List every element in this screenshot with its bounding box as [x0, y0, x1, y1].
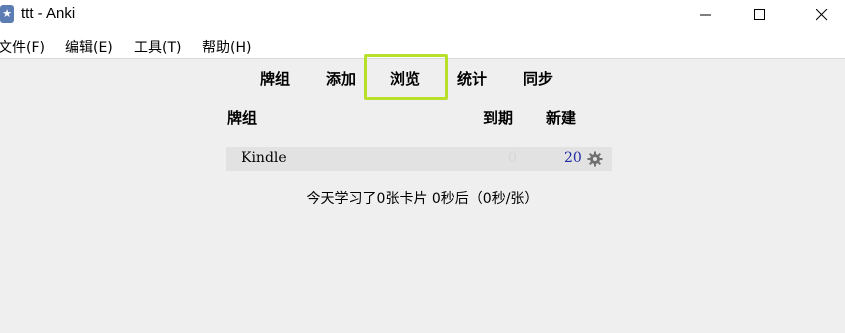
due-column-header: 到期	[483, 109, 514, 127]
toolbar-stats-link[interactable]: 统计	[457, 68, 487, 89]
study-stats-text: 今天学习了0张卡片 0秒后（0秒/张）	[306, 191, 539, 207]
close-icon	[816, 9, 828, 21]
minimize-button[interactable]	[683, 0, 729, 30]
deck-row[interactable]: Kindle 0 20	[226, 147, 612, 171]
gear-icon[interactable]	[587, 151, 603, 167]
window-title: ttt - Anki	[21, 5, 76, 22]
close-button[interactable]	[799, 0, 845, 30]
title-bar: ★ ttt - Anki	[0, 0, 845, 30]
deck-due-count: 0	[508, 150, 517, 166]
minimize-icon	[700, 14, 711, 16]
deck-column-header: 牌组	[227, 109, 258, 127]
new-column-header: 新建	[546, 109, 577, 127]
toolbar-add-link[interactable]: 添加	[326, 68, 356, 89]
toolbar-decks-link[interactable]: 牌组	[260, 68, 290, 89]
deck-name-link[interactable]: Kindle	[241, 150, 287, 166]
menu-tools[interactable]: 工具(T)	[134, 37, 181, 57]
toolbar-sync-link[interactable]: 同步	[523, 68, 553, 89]
deck-new-count: 20	[564, 150, 582, 166]
maximize-icon	[754, 9, 765, 20]
menu-help[interactable]: 帮助(H)	[202, 37, 251, 57]
browse-highlight-box	[364, 54, 448, 100]
maximize-button[interactable]	[737, 0, 783, 30]
menu-edit[interactable]: 编辑(E)	[65, 37, 113, 57]
anki-star-icon[interactable]: ★	[0, 5, 14, 23]
menu-file[interactable]: 文件(F)	[0, 37, 45, 57]
